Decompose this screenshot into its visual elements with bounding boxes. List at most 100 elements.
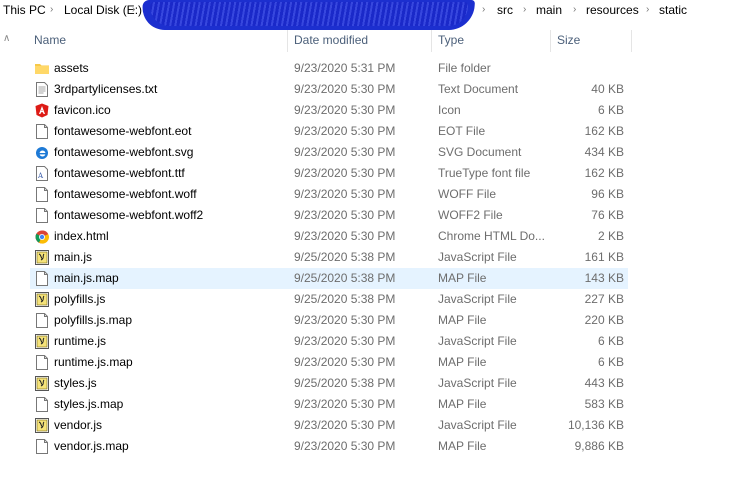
file-date: 9/23/2020 5:30 PM [294,166,396,180]
chevron-right-icon[interactable]: › [50,0,53,20]
file-name: polyfills.js [54,292,106,306]
folder-icon [35,61,49,76]
breadcrumb-item-main[interactable]: main [536,0,562,20]
file-name: 3rdpartylicenses.txt [54,82,158,96]
file-row[interactable]: runtime.js 9/23/2020 5:30 PM JavaScript Fi… [30,331,628,352]
column-header-date[interactable]: Date modified [288,28,432,52]
breadcrumb-item-resources[interactable]: resources [586,0,639,20]
breadcrumb-item-src[interactable]: src [497,0,513,20]
breadcrumb-item-static[interactable]: static [659,0,687,20]
file-type: MAP File [438,271,487,285]
file-date: 9/25/2020 5:38 PM [294,376,396,390]
file-size: 162 KB [584,166,624,180]
column-header-size[interactable]: Size [551,28,631,52]
file-row[interactable]: vendor.js.map 9/23/2020 5:30 PM MAP File 9,… [30,436,628,457]
file-name: polyfills.js.map [54,313,133,327]
file-type: Chrome HTML Do... [438,229,545,243]
file-size: 9,886 KB [574,439,624,453]
file-date: 9/23/2020 5:30 PM [294,145,396,159]
file-type: File folder [438,61,491,75]
blank-file-icon [35,124,49,139]
file-type: Text Document [438,82,519,96]
file-type: WOFF File [438,187,496,201]
file-date: 9/23/2020 5:30 PM [294,229,396,243]
file-row[interactable]: fontawesome-webfont.eot 9/23/2020 5:30 PM… [30,121,628,142]
chevron-right-icon[interactable]: › [646,0,649,20]
file-date: 9/25/2020 5:38 PM [294,271,396,285]
column-header-type[interactable]: Type [432,28,550,52]
file-row[interactable]: styles.js 9/25/2020 5:38 PM JavaScript Fil… [30,373,628,394]
blank-file-icon [35,439,49,454]
file-name: styles.js.map [54,397,124,411]
file-date: 9/23/2020 5:30 PM [294,397,396,411]
js-file-icon [35,418,49,433]
edge-icon [35,145,49,160]
file-size: 96 KB [591,187,624,201]
file-date: 9/23/2020 5:31 PM [294,61,396,75]
file-row[interactable]: polyfills.js.map 9/23/2020 5:30 PM MAP Fil… [30,310,628,331]
file-name: main.js.map [54,271,119,285]
file-row[interactable]: styles.js.map 9/23/2020 5:30 PM MAP File 58… [30,394,628,415]
file-name: fontawesome-webfont.svg [54,145,194,159]
file-date: 9/23/2020 5:30 PM [294,82,396,96]
chevron-right-icon[interactable]: › [573,0,576,20]
file-size: 143 KB [584,271,624,285]
file-row[interactable]: 3rdpartylicenses.txt 9/23/2020 5:30 PM Tex… [30,79,628,100]
chevron-right-icon[interactable]: › [523,0,526,20]
file-row[interactable]: runtime.js.map 9/23/2020 5:30 PM MAP File 6… [30,352,628,373]
file-row[interactable]: favicon.ico 9/23/2020 5:30 PM Icon 6 KB [30,100,628,121]
breadcrumb-item-local-disk[interactable]: Local Disk (E:) [64,0,142,20]
file-size: 2 KB [597,229,624,243]
file-size: 161 KB [584,250,624,264]
file-date: 9/23/2020 5:30 PM [294,334,396,348]
js-file-icon [35,376,49,391]
file-name: vendor.js.map [54,439,129,453]
file-size: 10,136 KB [567,418,624,432]
js-file-icon [35,250,49,265]
column-header-name[interactable]: Name [28,28,288,52]
file-row[interactable]: fontawesome-webfont.woff2 9/23/2020 5:30 … [30,205,628,226]
file-row[interactable]: fontawesome-webfont.svg 9/23/2020 5:30 PM… [30,142,628,163]
font-file-icon: A [35,166,49,181]
text-file-icon [35,82,49,97]
file-size: 40 KB [591,82,624,96]
chevron-right-icon[interactable]: › [132,0,135,20]
file-type: JavaScript File [438,292,517,306]
file-row[interactable]: main.js 9/25/2020 5:38 PM JavaScript File 1… [30,247,628,268]
file-date: 9/25/2020 5:38 PM [294,250,396,264]
file-date: 9/23/2020 5:30 PM [294,355,396,369]
file-type: MAP File [438,313,487,327]
chevron-right-icon[interactable]: › [482,0,485,20]
file-name: favicon.ico [54,103,111,117]
file-name: fontawesome-webfont.woff [54,187,197,201]
file-row[interactable]: fontawesome-webfont.woff 9/23/2020 5:30 P… [30,184,628,205]
file-size: 434 KB [584,145,624,159]
file-type: JavaScript File [438,418,517,432]
file-size: 6 KB [597,334,624,348]
angular-icon [35,103,49,118]
file-row[interactable]: polyfills.js 9/25/2020 5:38 PM JavaScript … [30,289,628,310]
file-type: TrueType font file [438,166,531,180]
file-row[interactable]: assets 9/23/2020 5:31 PM File folder [30,58,628,79]
breadcrumb: This PC › Local Disk (E:) › › src › main… [0,0,752,30]
file-size: 583 KB [584,397,624,411]
file-name: index.html [54,229,109,243]
file-row[interactable]: main.js.map 9/25/2020 5:38 PM MAP File 143 … [30,268,628,289]
file-row[interactable]: Afontawesome-webfont.ttf 9/23/2020 5:30 P… [30,163,628,184]
blank-file-icon [35,397,49,412]
file-row[interactable]: index.html 9/23/2020 5:30 PM Chrome HTML D… [30,226,628,247]
file-name: runtime.js [54,334,107,348]
file-name: fontawesome-webfont.woff2 [54,208,204,222]
column-divider[interactable] [631,30,632,52]
file-row[interactable]: vendor.js 9/23/2020 5:30 PM JavaScript Fil… [30,415,628,436]
column-header-row: Name Date modified Type Size [0,28,752,52]
file-type: Icon [438,103,461,117]
file-type: MAP File [438,397,487,411]
file-size: 227 KB [584,292,624,306]
blank-file-icon [35,313,49,328]
file-name: fontawesome-webfont.ttf [54,166,185,180]
breadcrumb-item-this-pc[interactable]: This PC [3,0,46,20]
file-name: styles.js [54,376,97,390]
file-type: MAP File [438,355,487,369]
file-name: assets [54,61,89,75]
